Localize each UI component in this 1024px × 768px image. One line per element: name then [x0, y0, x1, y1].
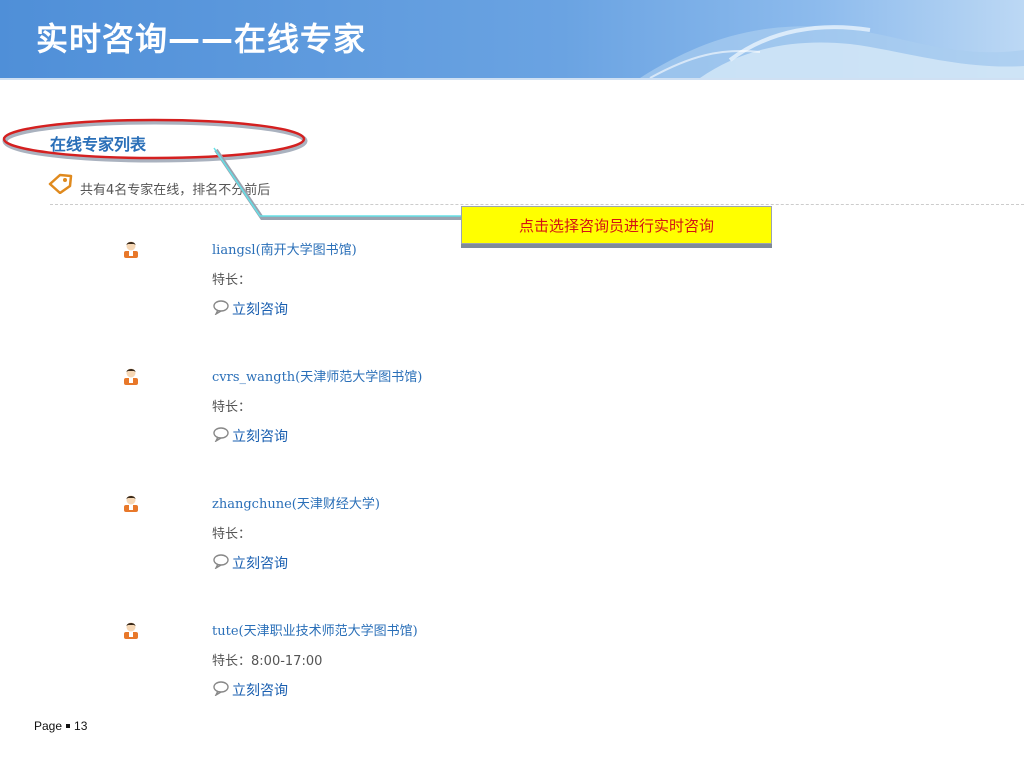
- expert-name-link[interactable]: zhangchune(天津财经大学): [212, 493, 380, 512]
- user-avatar-icon: [121, 239, 141, 263]
- consult-now-label: 立刻咨询: [232, 302, 288, 318]
- consult-now-button[interactable]: 立刻咨询: [212, 426, 288, 446]
- expert-name-link[interactable]: cvrs_wangth(天津师范大学图书馆): [212, 366, 422, 385]
- consult-now-button[interactable]: 立刻咨询: [212, 680, 288, 700]
- callout-box: 点击选择咨询员进行实时咨询: [461, 206, 772, 244]
- expert-specialty: 特长：8:00-17:00: [212, 650, 322, 669]
- consult-now-label: 立刻咨询: [232, 429, 288, 445]
- user-avatar-icon: [121, 493, 141, 517]
- speech-bubble-icon: [212, 553, 230, 573]
- slide-title: 实时咨询——在线专家: [36, 20, 367, 58]
- footer-bullet: [66, 723, 71, 728]
- user-avatar-icon: [121, 366, 141, 390]
- speech-bubble-icon: [212, 299, 230, 319]
- specialty-value: 8:00-17:00: [251, 654, 323, 669]
- expert-specialty: 特长：: [212, 269, 251, 288]
- slide-header: 实时咨询——在线专家: [0, 0, 1024, 78]
- online-count-text: 共有4名专家在线，排名不分前后: [80, 183, 271, 198]
- consult-now-label: 立刻咨询: [232, 556, 288, 572]
- header-divider: [0, 78, 1024, 80]
- consult-now-button[interactable]: 立刻咨询: [212, 299, 288, 319]
- consult-now-button[interactable]: 立刻咨询: [212, 553, 288, 573]
- expert-name-link[interactable]: tute(天津职业技术师范大学图书馆): [212, 620, 418, 639]
- tag-icon: [48, 173, 73, 194]
- specialty-label: 特长：: [212, 527, 252, 542]
- expert-list-title: 在线专家列表: [50, 135, 147, 154]
- specialty-label: 特长：: [212, 654, 252, 669]
- expert-name-link[interactable]: liangsl(南开大学图书馆): [212, 239, 357, 258]
- page-footer: Page 13: [34, 719, 87, 733]
- page-number: 13: [74, 719, 88, 733]
- speech-bubble-icon: [212, 426, 230, 446]
- specialty-label: 特长：: [212, 400, 252, 415]
- specialty-label: 特长：: [212, 273, 252, 288]
- footer-label: Page: [34, 719, 63, 733]
- expert-specialty: 特长：: [212, 523, 251, 542]
- user-avatar-icon: [121, 620, 141, 644]
- expert-specialty: 特长：: [212, 396, 251, 415]
- speech-bubble-icon: [212, 680, 230, 700]
- dashed-divider: [50, 204, 1024, 205]
- consult-now-label: 立刻咨询: [232, 683, 288, 699]
- highlight-ellipse: [2, 118, 308, 163]
